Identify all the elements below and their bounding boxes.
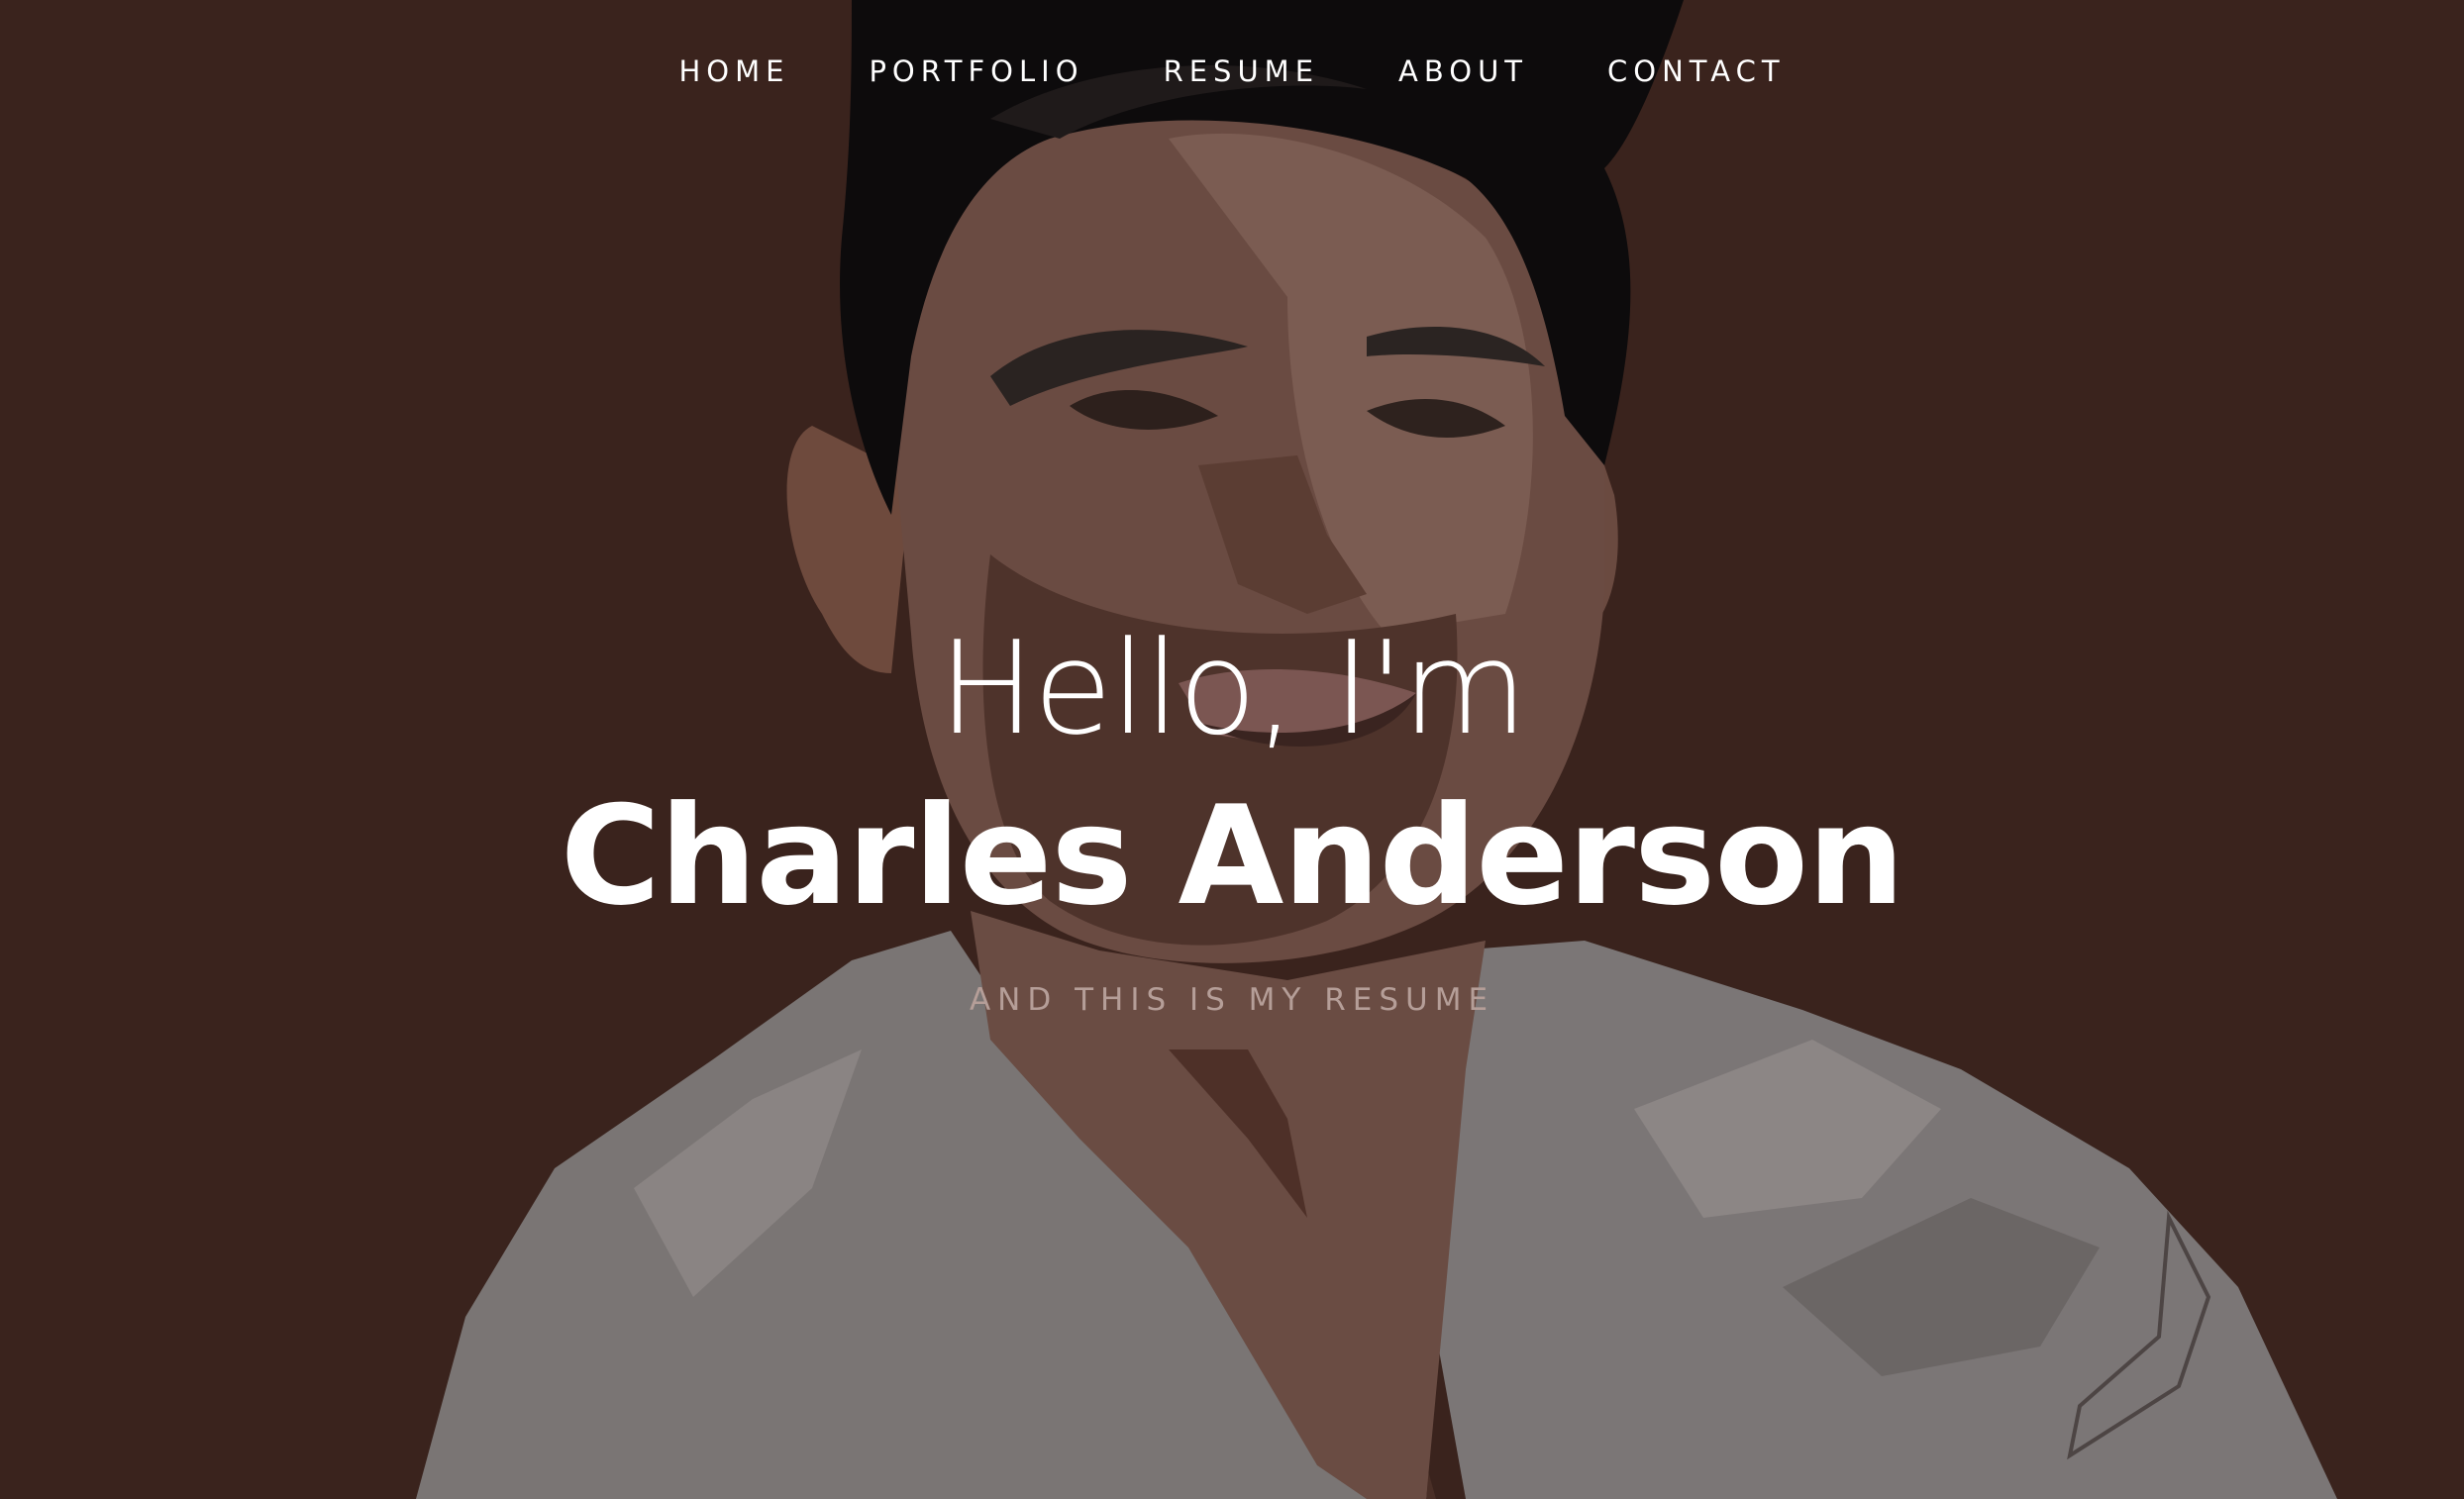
nav-item-home[interactable]: HOME [678, 50, 789, 93]
nav-item-resume[interactable]: RESUME [1164, 50, 1319, 93]
nav-item-contact[interactable]: CONTACT [1607, 50, 1786, 93]
hero-page: HOME PORTFOLIO RESUME ABOUT CONTACT Hell… [0, 0, 2464, 1499]
hero-name: Charles Anderson [560, 776, 1904, 936]
hero-greeting: Hello, I'm [938, 613, 1528, 763]
nav-item-about[interactable]: ABOUT [1398, 50, 1528, 93]
hero-tagline: AND THIS IS MY RESUME [969, 982, 1495, 1018]
main-nav: HOME PORTFOLIO RESUME ABOUT CONTACT [0, 50, 2464, 93]
nav-item-portfolio[interactable]: PORTFOLIO [869, 50, 1083, 93]
